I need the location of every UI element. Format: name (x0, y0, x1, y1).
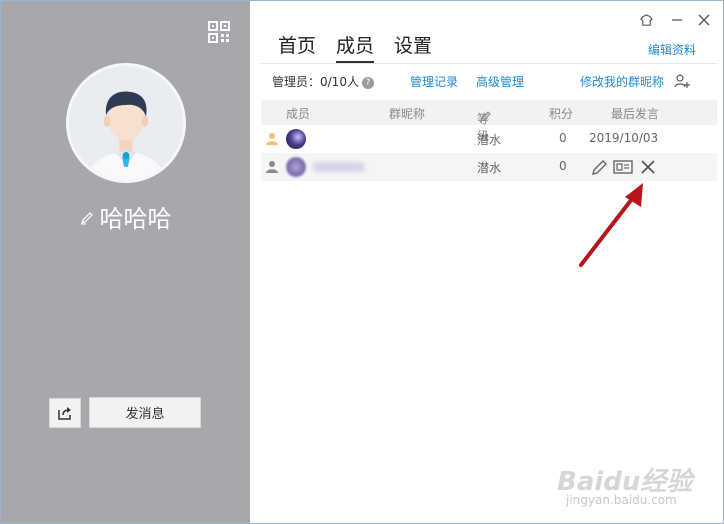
manage-log-link[interactable]: 管理记录 (410, 73, 458, 90)
profile-name-row: 哈哈哈 (1, 199, 250, 234)
owner-icon (266, 132, 278, 146)
advanced-manage-link[interactable]: 高级管理 (476, 73, 524, 90)
member-level: 潜水 (477, 133, 502, 147)
tab-bar: 首页 成员 设置 (278, 31, 452, 63)
column-nickname[interactable]: 群昵称 (389, 105, 425, 122)
close-window-icon[interactable] (695, 11, 713, 29)
tab-settings[interactable]: 设置 (394, 31, 432, 63)
member-level: 潜水 (477, 161, 502, 175)
admin-bar: 管理员：0/10人? 管理记录 高级管理 修改我的群昵称 (272, 73, 692, 91)
share-button[interactable] (49, 398, 81, 428)
blurred-member-name (313, 162, 365, 172)
tab-home[interactable]: 首页 (278, 31, 316, 63)
column-last-message[interactable]: 最后发言 (611, 105, 659, 122)
header-divider (261, 63, 717, 64)
edit-pencil-icon[interactable] (80, 203, 94, 225)
admin-count-label: 管理员：0/10人? (272, 73, 374, 90)
member-avatar[interactable] (286, 129, 306, 149)
member-table-header: 成员 群昵称 等级 积分 最后发言 (261, 100, 717, 143)
member-last-message: 2019/10/03 (589, 131, 659, 145)
profile-avatar[interactable] (66, 63, 186, 183)
tab-members[interactable]: 成员 (336, 31, 375, 63)
edit-member-icon[interactable] (591, 158, 609, 176)
edit-profile-link[interactable]: 编辑资料 (648, 41, 696, 58)
add-member-icon[interactable] (674, 73, 690, 89)
app-window: 哈哈哈 发消息 首页 成员 设置 编辑资料 管理员：0/10人 ? 管理记录 高… (0, 0, 724, 524)
member-avatar[interactable] (286, 157, 306, 177)
table-row[interactable]: 潜水 0 2019/10/03 (261, 125, 717, 153)
profile-name: 哈哈哈 (99, 205, 172, 233)
profile-panel: 哈哈哈 发消息 (1, 1, 250, 523)
remove-member-icon[interactable] (639, 158, 657, 176)
member-icon (266, 160, 278, 174)
watermark-url: jingyan.baidu.com (566, 493, 677, 507)
annotation-arrow (579, 183, 643, 267)
skin-icon[interactable] (637, 11, 655, 29)
minimize-icon[interactable] (668, 11, 686, 29)
edit-group-nickname-link[interactable]: 修改我的群昵称 (580, 73, 664, 90)
member-points: 0 (559, 159, 567, 173)
edit-level-icon[interactable] (480, 110, 492, 122)
help-icon[interactable]: ? (361, 77, 374, 89)
qr-code-icon[interactable] (208, 21, 230, 43)
send-message-button[interactable]: 发消息 (89, 397, 201, 428)
column-points[interactable]: 积分 (549, 105, 573, 122)
share-icon (58, 407, 71, 420)
member-points: 0 (559, 131, 567, 145)
column-member[interactable]: 成员 (286, 105, 310, 122)
member-card-icon[interactable] (613, 158, 633, 176)
